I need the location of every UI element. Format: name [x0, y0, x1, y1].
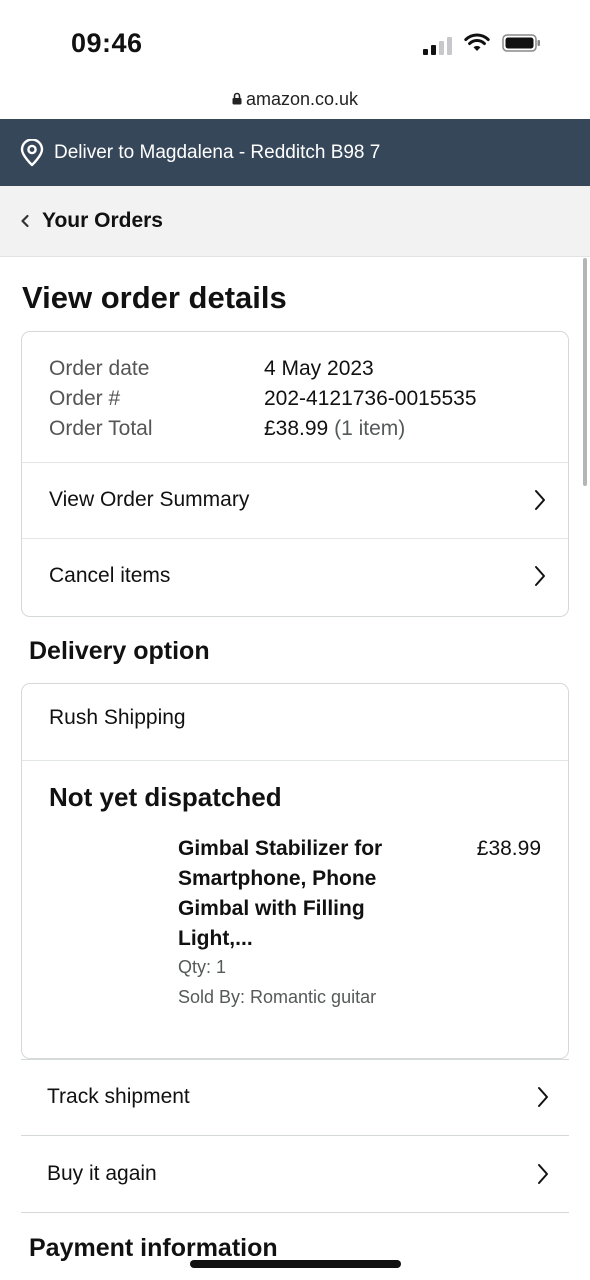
order-total-value-wrap: £38.99 (1 item): [264, 417, 405, 441]
order-date-value: 4 May 2023: [264, 357, 374, 380]
chevron-right-icon: [537, 1163, 549, 1185]
buy-it-again-link[interactable]: Buy it again: [21, 1136, 569, 1213]
order-item-count: (1 item): [334, 417, 406, 440]
delivery-option-title: Delivery option: [29, 637, 210, 665]
location-pin-icon: [19, 138, 45, 167]
page: 09:46 amazon.co.uk Deliver to Magdalena …: [0, 0, 590, 1280]
back-to-orders-link[interactable]: Your Orders: [0, 186, 590, 257]
order-total-label: Order Total: [49, 417, 153, 440]
url-bar[interactable]: amazon.co.uk: [0, 84, 590, 114]
order-info: Order date 4 May 2023 Order # 202-412173…: [49, 354, 548, 444]
buy-it-again-label: Buy it again: [47, 1162, 157, 1185]
cancel-items-label: Cancel items: [49, 564, 171, 587]
chevron-left-icon: [20, 214, 30, 228]
order-date-row: Order date 4 May 2023: [49, 354, 548, 384]
status-time: 09:46: [71, 28, 143, 58]
payment-information-title: Payment information: [29, 1234, 278, 1262]
home-indicator[interactable]: [190, 1260, 401, 1268]
order-number-label: Order #: [49, 387, 121, 410]
url-text: amazon.co.uk: [245, 88, 359, 109]
delivery-card: Rush Shipping Not yet dispatched Gimbal …: [21, 683, 569, 1059]
product-quantity: Qty: 1: [178, 957, 227, 977]
shipment-status: Not yet dispatched: [49, 782, 282, 812]
track-shipment-label: Track shipment: [47, 1085, 190, 1108]
order-total-value: £38.99: [264, 417, 329, 440]
page-title: View order details: [22, 280, 287, 315]
back-label: Your Orders: [42, 209, 163, 232]
chevron-right-icon: [534, 489, 546, 511]
scrollbar[interactable]: [583, 258, 587, 486]
signal-icon: [423, 36, 452, 55]
lock-icon: [232, 89, 242, 110]
track-shipment-link[interactable]: Track shipment: [21, 1059, 569, 1136]
divider: [22, 760, 568, 761]
battery-icon: [502, 33, 542, 58]
order-number-value: 202-4121736-0015535: [264, 387, 477, 410]
chevron-right-icon: [534, 565, 546, 587]
status-icons: [423, 33, 542, 58]
product-title-link[interactable]: Gimbal Stabilizer for Smartphone, Phone …: [178, 834, 423, 954]
status-bar: 09:46: [0, 0, 590, 80]
view-order-summary-label: View Order Summary: [49, 488, 250, 511]
deliver-to-bar[interactable]: Deliver to Magdalena - Redditch B98 7: [0, 119, 590, 186]
shipping-method: Rush Shipping: [49, 706, 186, 729]
product-seller: Sold By: Romantic guitar: [178, 987, 377, 1007]
product-price: £38.99: [476, 837, 541, 860]
view-order-summary-link[interactable]: View Order Summary: [22, 462, 568, 538]
wifi-icon: [464, 33, 490, 58]
chevron-right-icon: [537, 1086, 549, 1108]
order-info-card: Order date 4 May 2023 Order # 202-412173…: [21, 331, 569, 617]
deliver-to-text: Deliver to Magdalena - Redditch B98 7: [54, 141, 381, 163]
cancel-items-link[interactable]: Cancel items: [22, 538, 568, 614]
order-date-label: Order date: [49, 357, 150, 380]
order-total-row: Order Total £38.99 (1 item): [49, 414, 548, 444]
order-number-row: Order # 202-4121736-0015535: [49, 384, 548, 414]
